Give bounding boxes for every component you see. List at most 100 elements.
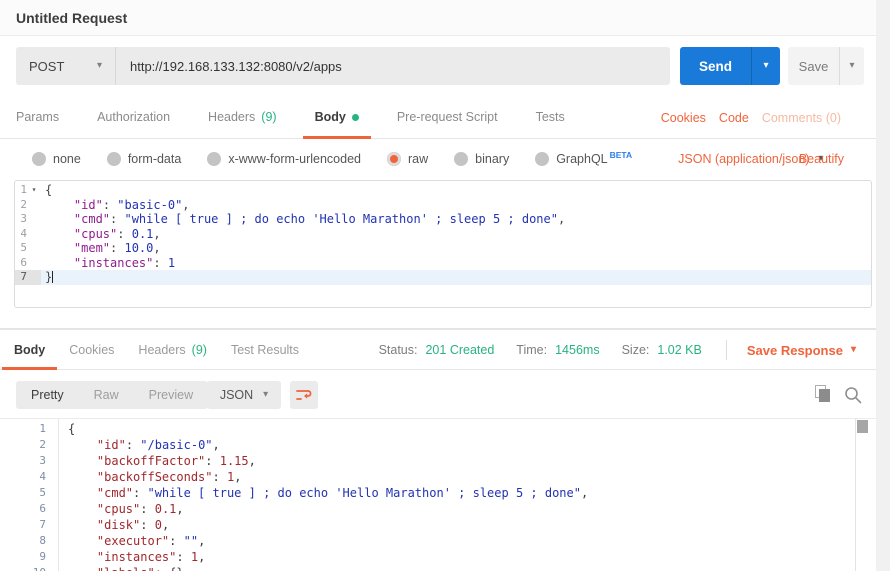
radio-none[interactable]: none xyxy=(32,152,81,166)
code-text: "cmd": "while [ true ] ; do echo 'Hello … xyxy=(46,485,876,501)
line-number: 2 xyxy=(15,198,27,213)
code-line[interactable]: 2 "id": "basic-0", xyxy=(15,198,871,213)
code-text: "instances": 1, xyxy=(46,549,876,565)
radio-form-data[interactable]: form-data xyxy=(107,152,182,166)
line-number: 4 xyxy=(15,227,27,242)
tab-prerequest-script[interactable]: Pre-request Script xyxy=(397,96,498,139)
tab-authorization[interactable]: Authorization xyxy=(97,96,170,139)
send-options-button[interactable]: ▾ xyxy=(751,47,780,85)
response-tab-cookies[interactable]: Cookies xyxy=(69,330,114,370)
radio-icon xyxy=(207,152,221,166)
line-number: 10 xyxy=(0,565,46,571)
gutter-separator xyxy=(58,419,59,571)
send-label: Send xyxy=(680,47,751,85)
radio-graphql[interactable]: GraphQLBETA xyxy=(535,150,632,166)
code-text: "backoffFactor": 1.15, xyxy=(46,453,876,469)
response-tabs: Body Cookies Headers (9) Test Results St… xyxy=(0,330,876,370)
save-button[interactable]: Save ▾ xyxy=(788,47,864,85)
code-text: { xyxy=(46,421,876,437)
response-tab-test-results[interactable]: Test Results xyxy=(231,330,299,370)
code-line[interactable]: 4 "cpus": 0.1, xyxy=(15,227,871,242)
line-number: 7 xyxy=(0,517,46,533)
tab-body[interactable]: Body xyxy=(315,96,359,139)
radio-icon xyxy=(535,152,549,166)
divider xyxy=(726,340,727,360)
code-line[interactable]: 3 "cmd": "while [ true ] ; do echo 'Hell… xyxy=(15,212,871,227)
line-number: 1 xyxy=(0,421,46,437)
view-mode-segmented: Pretty Raw Preview xyxy=(16,381,208,409)
code-text: "cpus": 0.1, xyxy=(46,501,876,517)
body-content-dot xyxy=(352,114,359,121)
save-response-button[interactable]: Save Response ▾ xyxy=(747,343,856,358)
code-line[interactable]: 6 "instances": 1 xyxy=(15,256,871,271)
url-input[interactable] xyxy=(116,47,670,85)
fold-arrow-icon[interactable]: ▾ xyxy=(27,183,41,198)
status-value: 201 Created xyxy=(425,343,494,357)
copy-response-button[interactable] xyxy=(815,385,833,405)
send-button[interactable]: Send ▾ xyxy=(680,47,780,85)
fold-spacer xyxy=(27,198,41,213)
response-tab-body[interactable]: Body xyxy=(14,330,45,370)
cookies-link[interactable]: Cookies xyxy=(661,111,706,125)
line-number: 6 xyxy=(0,501,46,517)
request-body-editor[interactable]: 1▾{2 "id": "basic-0",3 "cmd": "while [ t… xyxy=(14,180,872,308)
chevron-down-icon: ▾ xyxy=(851,345,856,355)
size-label: Size: xyxy=(622,343,650,357)
method-value: POST xyxy=(29,59,64,74)
comments-link[interactable]: Comments (0) xyxy=(762,111,841,125)
main-scrollbar-track[interactable] xyxy=(876,0,890,571)
code-line: 3 "backoffFactor": 1.15, xyxy=(0,453,876,469)
postman-window: Untitled Request POST ▾ Send ▾ Save ▾ Pa… xyxy=(0,0,890,571)
chevron-down-icon: ▾ xyxy=(97,61,102,71)
line-number: 1 xyxy=(15,183,27,198)
chevron-down-icon: ▾ xyxy=(849,61,854,71)
tab-params[interactable]: Params xyxy=(16,96,59,139)
save-options-button[interactable]: ▾ xyxy=(839,47,864,85)
response-toolbar: Pretty Raw Preview JSON ▾ xyxy=(0,370,876,418)
fold-spacer xyxy=(27,256,41,271)
radio-urlencoded[interactable]: x-www-form-urlencoded xyxy=(207,152,361,166)
code-line: 5 "cmd": "while [ true ] ; do echo 'Hell… xyxy=(0,485,876,501)
line-number: 7 xyxy=(15,270,27,285)
line-number: 6 xyxy=(15,256,27,271)
view-pretty-button[interactable]: Pretty xyxy=(16,381,79,409)
code-text: "id": "basic-0", xyxy=(41,198,871,213)
size-value: 1.02 KB xyxy=(657,343,701,357)
code-text: "instances": 1 xyxy=(41,256,871,271)
wrap-lines-button[interactable] xyxy=(290,381,318,409)
response-status-bar: Status: 201 Created Time: 1456ms Size: 1… xyxy=(379,330,856,370)
radio-binary[interactable]: binary xyxy=(454,152,509,166)
beautify-link[interactable]: Beautify xyxy=(799,152,844,166)
time-label: Time: xyxy=(516,343,547,357)
view-preview-button[interactable]: Preview xyxy=(134,381,208,409)
status-label: Status: xyxy=(379,343,418,357)
radio-raw[interactable]: raw xyxy=(387,152,428,166)
code-line[interactable]: 7} xyxy=(15,270,871,285)
body-type-row: none form-data x-www-form-urlencoded raw… xyxy=(0,139,876,178)
code-line[interactable]: 5 "mem": 10.0, xyxy=(15,241,871,256)
radio-icon xyxy=(32,152,46,166)
response-body-viewer[interactable]: 1{2 "id": "/basic-0",3 "backoffFactor": … xyxy=(0,418,876,571)
line-number: 3 xyxy=(15,212,27,227)
radio-icon xyxy=(454,152,468,166)
response-format-select[interactable]: JSON ▾ xyxy=(207,381,281,409)
line-number: 5 xyxy=(15,241,27,256)
code-text: "labels": {} xyxy=(46,565,876,571)
code-line: 2 "id": "/basic-0", xyxy=(0,437,876,453)
tab-tests[interactable]: Tests xyxy=(536,96,565,139)
line-number: 8 xyxy=(0,533,46,549)
code-text: "mem": 10.0, xyxy=(41,241,871,256)
response-scrollbar-thumb[interactable] xyxy=(857,420,868,433)
search-response-button[interactable] xyxy=(843,385,863,405)
headers-count: (9) xyxy=(261,110,276,124)
tab-headers[interactable]: Headers (9) xyxy=(208,96,277,139)
code-text: "cmd": "while [ true ] ; do echo 'Hello … xyxy=(41,212,871,227)
line-number: 9 xyxy=(0,549,46,565)
request-tabs: Params Authorization Headers (9) Body Pr… xyxy=(0,96,876,139)
view-raw-button[interactable]: Raw xyxy=(79,381,134,409)
code-line[interactable]: 1▾{ xyxy=(15,183,871,198)
code-link[interactable]: Code xyxy=(719,111,749,125)
response-tab-headers[interactable]: Headers (9) xyxy=(138,330,207,370)
fold-spacer xyxy=(27,241,41,256)
method-select[interactable]: POST ▾ xyxy=(16,47,116,85)
